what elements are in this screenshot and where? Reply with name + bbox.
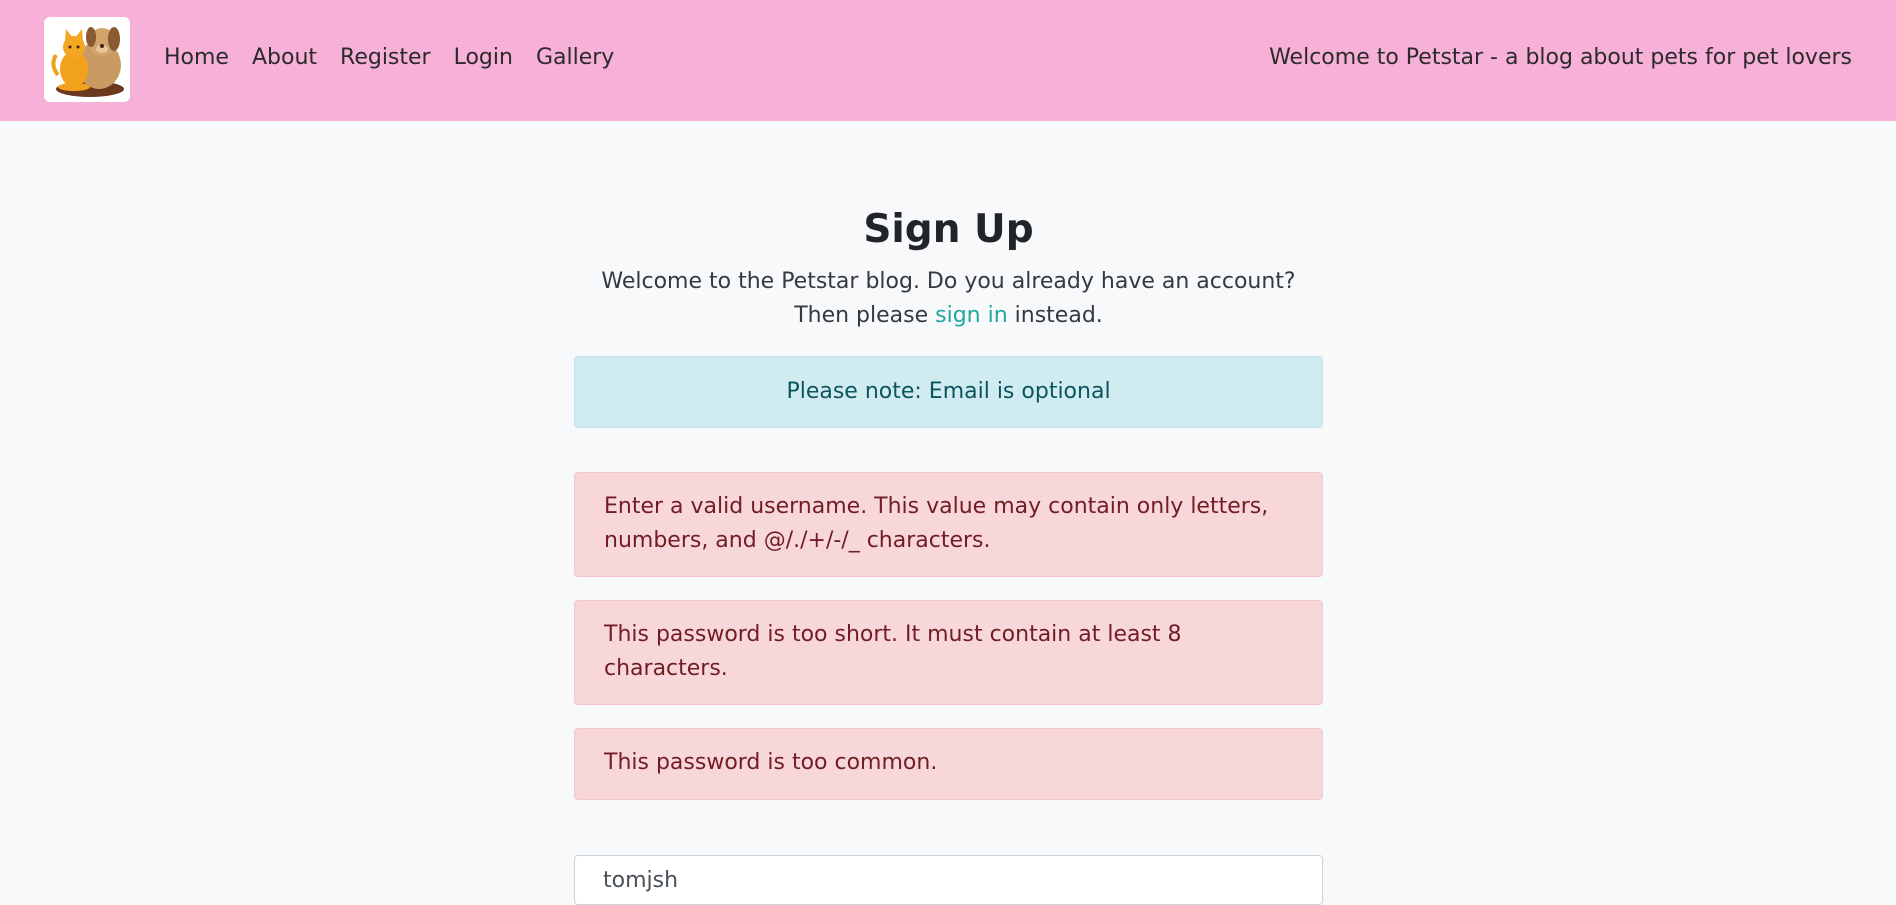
page-title: Sign Up [863, 207, 1034, 252]
nav-link-login[interactable]: Login [454, 42, 513, 74]
sign-in-link[interactable]: sign in [935, 303, 1008, 328]
password-common-error: This password is too common. [574, 728, 1323, 800]
site-tagline: Welcome to Petstar - a blog about pets f… [1269, 45, 1852, 70]
cat-and-dog-logo-icon [51, 27, 124, 97]
petstar-logo[interactable] [44, 17, 130, 102]
nav-link-about[interactable]: About [252, 42, 317, 74]
email-optional-note: Please note: Email is optional [574, 356, 1323, 428]
password-length-error: This password is too short. It must cont… [574, 600, 1323, 705]
nav-link-home[interactable]: Home [164, 42, 229, 74]
username-error: Enter a valid username. This value may c… [574, 472, 1323, 577]
nav-link-register[interactable]: Register [340, 42, 431, 74]
signup-intro: Welcome to the Petstar blog. Do you alre… [574, 265, 1323, 333]
nav-link-gallery[interactable]: Gallery [536, 42, 614, 74]
nav-links: Home About Register Login Gallery [164, 42, 614, 74]
username-input[interactable] [574, 855, 1323, 905]
intro-text-end: instead. [1007, 303, 1103, 328]
top-navbar: Home About Register Login Gallery Welcom… [0, 0, 1896, 121]
